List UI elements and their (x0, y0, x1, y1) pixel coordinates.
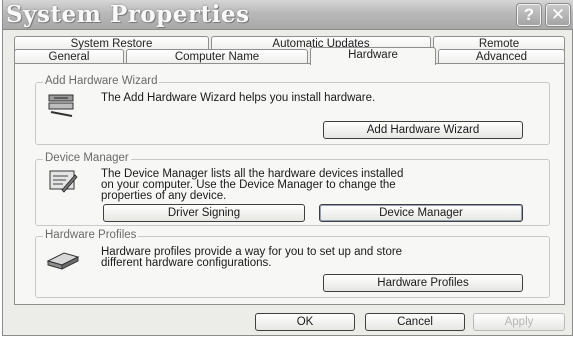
add-hardware-wizard-description: The Add Hardware Wizard helps you instal… (101, 92, 376, 104)
window-title: System Properties (6, 1, 250, 28)
device-manager-icon (49, 170, 78, 193)
hardware-profiles-icon (46, 252, 80, 270)
system-properties-window: System Properties ? ✕ System Restore Aut… (2, 0, 573, 336)
hardware-profiles-button[interactable]: Hardware Profiles (323, 274, 523, 292)
add-hardware-wizard-button[interactable]: Add Hardware Wizard (323, 121, 523, 139)
close-button[interactable]: ✕ (546, 4, 570, 26)
ok-button[interactable]: OK (255, 313, 355, 331)
device-manager-description-line-3: properties of any device. (101, 190, 227, 202)
add-hardware-wizard-group: Add Hardware Wizard The Add Hardware Wiz… (35, 75, 550, 145)
device-manager-button[interactable]: Device Manager (319, 204, 523, 222)
help-button[interactable]: ? (517, 4, 541, 26)
hardware-profiles-description-line-2: different hardware configurations. (101, 257, 272, 269)
add-hardware-wizard-group-label: Add Hardware Wizard (43, 75, 160, 87)
hardware-profiles-group: Hardware Profiles Hardware profiles prov… (35, 229, 550, 298)
cancel-button[interactable]: Cancel (365, 313, 465, 331)
hardware-tab-panel: Add Hardware Wizard The Add Hardware Wiz… (14, 63, 565, 305)
driver-signing-button[interactable]: Driver Signing (103, 204, 305, 222)
apply-button[interactable]: Apply (473, 313, 565, 331)
hardware-profiles-group-label: Hardware Profiles (43, 229, 139, 241)
device-manager-group-label: Device Manager (43, 152, 131, 164)
tab-hardware[interactable]: Hardware (310, 47, 436, 65)
title-bar[interactable]: System Properties ? ✕ (3, 0, 573, 30)
device-manager-group: Device Manager The Device Manager lists … (35, 152, 550, 226)
hardware-wizard-icon (48, 94, 74, 117)
